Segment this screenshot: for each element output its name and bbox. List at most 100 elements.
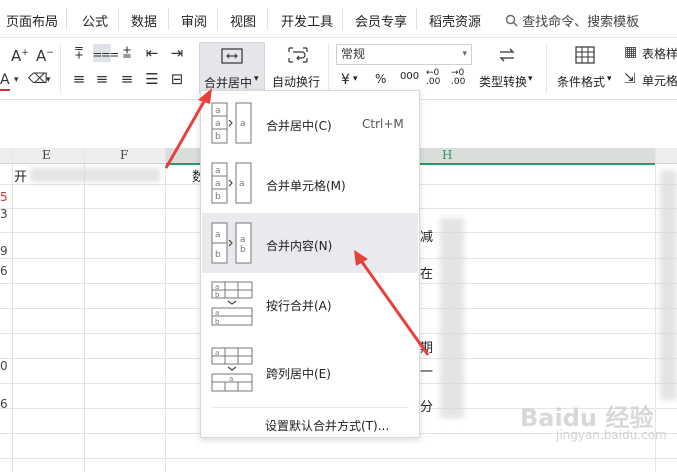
conditional-format-icon[interactable] [575, 46, 595, 64]
set-default-merge-option[interactable]: 设置默认合并方式(T)... [265, 417, 389, 434]
svg-text:a: a [215, 283, 219, 291]
decrease-decimal-button[interactable]: →0 .00 [451, 69, 467, 87]
command-search[interactable]: 查找命令、搜索模板 [505, 11, 639, 30]
wrap-text-icon[interactable] [287, 46, 309, 64]
chevron-down-icon[interactable]: ▾ [528, 74, 533, 84]
align-right-icon[interactable]: ≡ [118, 70, 136, 88]
merge-center-button[interactable]: 合并居中 ▾ [199, 42, 265, 94]
row-number: 6 [0, 397, 8, 411]
cell-text[interactable]: 减 [420, 226, 433, 245]
svg-text:b: b [215, 291, 220, 299]
menu-view[interactable]: 视图 [230, 11, 256, 30]
currency-button[interactable]: ¥ [341, 72, 350, 88]
svg-text:a: a [229, 375, 233, 383]
menu-developer[interactable]: 开发工具 [281, 11, 333, 30]
merge-dropdown-menu: a a b a 合并居中(C) Ctrl+M a a b a 合并单元格(M) … [200, 90, 420, 438]
chevron-down-icon: ▾ [462, 49, 467, 59]
gridline [12, 148, 13, 472]
align-justify-icon[interactable]: ☰ [143, 70, 161, 88]
svg-text:a: a [215, 230, 221, 240]
group-divider [546, 44, 547, 94]
menu-item-merge-cells[interactable]: a a b a 合并单元格(M) [202, 153, 418, 213]
cell-text[interactable]: 开 [14, 166, 27, 185]
chevron-down-icon[interactable]: ▾ [14, 71, 19, 89]
row-number: 5 [0, 190, 8, 204]
svg-text:a: a [215, 309, 219, 317]
column-e[interactable]: E [42, 148, 51, 162]
center-across-preview-icon: a a [211, 347, 253, 392]
menu-item-center-across[interactable]: a a 跨列居中(E) [202, 337, 418, 403]
svg-text:a: a [215, 119, 221, 129]
menu-divider [118, 8, 119, 30]
menu-item-merge-center[interactable]: a a b a 合并居中(C) Ctrl+M [202, 93, 418, 153]
redacted-region [30, 168, 160, 182]
gridline [655, 148, 656, 472]
cell-text[interactable]: 期 [420, 337, 433, 356]
menu-review[interactable]: 审阅 [181, 11, 207, 30]
menu-page-layout[interactable]: 页面布局 [6, 11, 58, 30]
chevron-down-icon[interactable]: ▾ [353, 74, 358, 84]
increase-decimal-button[interactable]: ←0 .00 [426, 69, 442, 87]
align-middle-icon[interactable]: ⩶ [93, 44, 119, 62]
svg-text:b: b [215, 250, 221, 260]
menu-docer[interactable]: 稻壳资源 [429, 11, 481, 30]
table-style-label[interactable]: 表格样 [642, 45, 677, 62]
menu-item-merge-content[interactable]: a b a b 合并内容(N) [202, 213, 418, 273]
align-top-icon[interactable]: ⩱ [70, 44, 88, 62]
search-icon [505, 14, 518, 27]
table-style-icon[interactable]: ▦ [624, 43, 637, 61]
chevron-down-icon[interactable]: ▾ [46, 71, 51, 89]
align-bottom-icon[interactable]: ⩲ [118, 44, 136, 62]
font-increase-icon[interactable]: A+ [11, 44, 29, 65]
row-number: 9 [0, 244, 8, 258]
type-convert-label[interactable]: 类型转换 [479, 73, 527, 90]
group-divider [60, 44, 61, 94]
cell-text[interactable]: 分 [420, 396, 433, 415]
merge-center-label: 合并居中 [204, 76, 253, 90]
distributed-align-icon[interactable]: ⊟ [168, 70, 186, 88]
font-color-icon[interactable]: A [0, 71, 10, 91]
font-decrease-icon[interactable]: A− [36, 44, 54, 65]
merge-center-preview-icon: a a b a [211, 102, 252, 144]
wrap-text-label[interactable]: 自动换行 [272, 73, 320, 90]
redacted-region [440, 218, 464, 418]
gridline [165, 148, 166, 472]
chevron-down-icon[interactable]: ▾ [607, 74, 612, 84]
conditional-format-label[interactable]: 条件格式 [557, 73, 605, 90]
merge-content-preview-icon: a b a b [211, 222, 252, 264]
menu-divider [217, 8, 218, 30]
cell-text[interactable]: 一 [420, 361, 433, 380]
indent-increase-icon[interactable]: ⇥ [168, 44, 186, 62]
menu-divider [267, 8, 268, 30]
svg-text:a: a [215, 106, 221, 116]
search-placeholder: 查找命令、搜索模板 [522, 15, 640, 30]
merge-cells-option-label: 合并单元格(M) [266, 179, 346, 193]
merge-by-row-option-label: 按行合并(A) [266, 299, 332, 313]
menu-item-merge-by-row[interactable]: a b a b 按行合并(A) [202, 273, 418, 335]
merge-center-option-label: 合并居中(C) [266, 119, 332, 133]
cell-icon[interactable]: ⇲ [624, 70, 636, 88]
menu-divider [211, 407, 409, 408]
merge-content-option-label: 合并内容(N) [266, 239, 333, 253]
percent-button[interactable]: % [375, 72, 386, 86]
column-f[interactable]: F [120, 148, 128, 162]
number-format-select[interactable]: 常规 ▾ [336, 44, 472, 65]
eraser-icon[interactable]: ⌫ [28, 70, 48, 88]
row-number: 3 [0, 207, 8, 221]
svg-text:b: b [240, 245, 246, 255]
thousands-button[interactable]: 000 [400, 71, 419, 82]
chevron-down-icon: ▾ [254, 74, 259, 84]
merge-center-icon [221, 48, 243, 64]
merge-center-shortcut: Ctrl+M [362, 117, 404, 131]
align-center-icon[interactable]: ≡ [93, 70, 111, 88]
align-left-icon[interactable]: ≡ [70, 70, 88, 88]
column-h[interactable]: H [442, 148, 452, 162]
cell-text[interactable]: 在 [420, 263, 433, 282]
menu-data[interactable]: 数据 [131, 11, 157, 30]
indent-decrease-icon[interactable]: ⇤ [143, 44, 161, 62]
menu-formula[interactable]: 公式 [82, 11, 108, 30]
cell-label[interactable]: 单元格 [642, 72, 677, 89]
type-convert-icon[interactable] [497, 46, 517, 64]
menu-member[interactable]: 会员专享 [355, 11, 407, 30]
baidu-watermark-url: jingyan.baidu.com [556, 428, 667, 442]
